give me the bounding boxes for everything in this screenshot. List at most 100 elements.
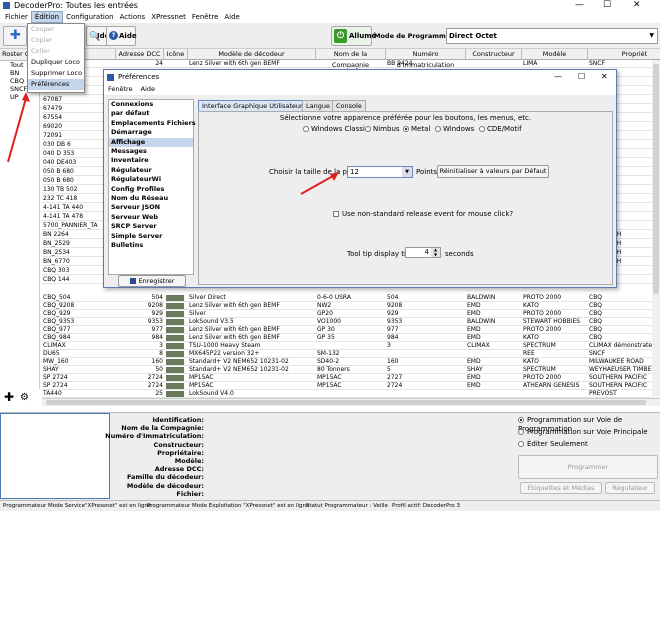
gear-icon[interactable]: ⚙ bbox=[20, 391, 29, 405]
reset-defaults-button[interactable]: Réinitialiser à valeurs par Défaut bbox=[437, 165, 549, 178]
tab-langue[interactable]: Langue bbox=[302, 100, 334, 111]
table-cell: GP 30 bbox=[317, 326, 335, 333]
menu-item-preferences[interactable]: Préférences bbox=[28, 79, 84, 90]
table-cell: SPECTRUM bbox=[523, 342, 556, 349]
preference-category-item[interactable]: RégulateurWi bbox=[109, 175, 193, 184]
menu-edition[interactable]: Édition bbox=[30, 11, 64, 23]
close-icon[interactable]: ✕ bbox=[601, 70, 608, 84]
minimize-icon[interactable]: — bbox=[575, 0, 584, 11]
preference-category-item[interactable]: Emplacements Fichiers bbox=[109, 119, 196, 128]
power-button[interactable]: ⏻ Allumé bbox=[331, 26, 376, 46]
menu-item-delete-loco[interactable]: Supprimer Loco bbox=[28, 68, 84, 79]
dialog-menu-aide[interactable]: Aide bbox=[141, 85, 155, 93]
table-row[interactable]: DU65 8 MX645P22 version 32+ SM-132 REE SNCF bbox=[42, 350, 660, 358]
col-header-owner[interactable]: Propriét bbox=[588, 49, 660, 60]
dialog-menu-fenetre[interactable]: Fenêtre bbox=[108, 85, 133, 93]
table-vertical-scrollbar[interactable] bbox=[652, 60, 660, 398]
new-loco-button[interactable]: ✚ bbox=[3, 26, 27, 46]
nonstd-mouse-checkbox[interactable]: Use non-standard release event for mouse… bbox=[333, 210, 513, 218]
preference-category-item[interactable]: Régulateur bbox=[109, 166, 193, 175]
table-row[interactable]: CBQ_929 929 Silver GP20 929 EMD PROTO 2000 CBQ bbox=[42, 310, 660, 318]
font-size-select[interactable]: 12 ▼ bbox=[347, 166, 413, 178]
menu-actions[interactable]: Actions bbox=[117, 11, 149, 23]
preference-category-item[interactable]: par défaut bbox=[109, 109, 193, 118]
scroll-thumb[interactable] bbox=[653, 64, 659, 294]
col-header-dcc[interactable]: Adresse DCC bbox=[116, 49, 164, 60]
table-horizontal-scrollbar[interactable] bbox=[42, 398, 660, 406]
scroll-thumb[interactable] bbox=[46, 400, 646, 405]
table-cell: TA440 bbox=[43, 390, 62, 397]
help-button[interactable]: ? Aide bbox=[106, 26, 137, 46]
col-header-model[interactable]: Modèle bbox=[522, 49, 588, 60]
col-header-decoder[interactable]: Modèle de décodeur bbox=[188, 49, 316, 60]
preference-category-item[interactable]: Simple Server bbox=[109, 232, 193, 241]
menu-item-duplicate-loco[interactable]: Dupliquer Loco bbox=[28, 57, 84, 68]
laf-cde-motif[interactable]: CDE/Motif bbox=[479, 125, 522, 133]
table-row[interactable]: SP 2724 2724 MP15AC MP15AC 2727 EMD PROTO 2000… bbox=[42, 374, 660, 382]
preference-category-item[interactable]: Serveur Web bbox=[109, 213, 193, 222]
menu-xpressnet[interactable]: XPressnet bbox=[148, 11, 189, 23]
app-icon bbox=[3, 2, 10, 9]
chevron-down-icon: ▼ bbox=[402, 167, 412, 177]
menu-fichier[interactable]: Fichier bbox=[2, 11, 31, 23]
add-group-button[interactable]: ✚ bbox=[4, 390, 14, 404]
spinner-arrows-icon[interactable]: ▲ ▼ bbox=[431, 247, 440, 257]
close-icon[interactable]: ✕ bbox=[633, 0, 641, 11]
preference-category-item[interactable]: Connexions bbox=[109, 100, 193, 109]
program-button[interactable]: Programmer bbox=[518, 455, 658, 479]
table-cell: KATO bbox=[523, 358, 539, 365]
table-row[interactable]: SP 2724 2724 MP15AC MP15AC 2724 EMD ATHEARN GE… bbox=[42, 382, 660, 390]
table-cell: MILWAUKEE ROAD bbox=[589, 358, 644, 365]
menu-configuration[interactable]: Configuration bbox=[63, 11, 116, 23]
roster-group-item[interactable]: UP bbox=[0, 93, 39, 101]
radio-main-track[interactable]: Programmation sur Voie Principale bbox=[518, 428, 648, 437]
tab-console[interactable]: Console bbox=[332, 100, 366, 111]
radio-edit-only[interactable]: Éditer Seulement bbox=[518, 440, 588, 449]
col-header-roadnumber[interactable]: Numéro d'Immatriculation bbox=[386, 49, 466, 69]
laf-metal[interactable]: Metal bbox=[403, 125, 430, 133]
preference-category-item[interactable]: Affichage bbox=[109, 137, 193, 148]
tooltip-time-spinner[interactable]: 4 ▲ ▼ bbox=[405, 247, 441, 258]
col-header-company[interactable]: Nom de la Compagnie bbox=[316, 49, 386, 69]
maximize-icon[interactable]: ☐ bbox=[578, 70, 585, 84]
labels-media-button[interactable]: Étiquettes et Médias bbox=[520, 482, 602, 494]
window-titlebar: DecoderPro: Toutes les entrées — ☐ ✕ bbox=[0, 0, 660, 11]
table-row[interactable]: CBQ_504 504 Silver Direct 0-6-0 USRA 504 BALD… bbox=[42, 294, 660, 302]
table-row[interactable]: TA440 25 LokSound V4.0 PREVOST bbox=[42, 390, 660, 398]
menu-aide[interactable]: Aide bbox=[221, 11, 242, 23]
table-row[interactable]: SHAY 50 Standard+ V2 NEM652 10231-02 80 Ton… bbox=[42, 366, 660, 374]
table-row[interactable]: MW_160 160 Standard+ V2 NEM652 10231-02 SD4… bbox=[42, 358, 660, 366]
table-row[interactable]: CLIMAX 3 TSU-1000 Heavy Steam 3 CLIMAX SPECTR… bbox=[42, 342, 660, 350]
table-cell: 3 bbox=[159, 342, 163, 349]
table-row[interactable]: 24 Lenz Silver with 6th gen BEMF BB 9424 LI… bbox=[42, 60, 660, 68]
preference-category-item[interactable]: SRCP Server bbox=[109, 222, 193, 231]
preference-category-item[interactable]: Bulletins bbox=[109, 241, 193, 250]
preference-category-item[interactable]: Messages bbox=[109, 147, 193, 156]
preference-category-item[interactable]: Inventaire bbox=[109, 156, 193, 165]
col-header-manufacturer[interactable]: Constructeur bbox=[466, 49, 522, 60]
preference-category-item[interactable]: Démarrage bbox=[109, 128, 193, 137]
preference-category-item[interactable]: Nom du Réseau bbox=[109, 194, 193, 203]
preference-category-item[interactable]: Serveur JSON bbox=[109, 203, 193, 212]
maximize-icon[interactable]: ☐ bbox=[603, 0, 611, 11]
preference-category-item[interactable]: Config Profiles bbox=[109, 185, 193, 194]
save-button[interactable]: Enregistrer bbox=[118, 275, 186, 287]
table-row[interactable]: CBQ_977 977 Lenz Silver with 6th gen BEMF G… bbox=[42, 326, 660, 334]
tab-gui[interactable]: Interface Graphique Utilisateur bbox=[198, 100, 307, 111]
prog-mode-select[interactable]: Direct Octet ▼ bbox=[446, 28, 658, 44]
menu-fenetre[interactable]: Fenêtre bbox=[189, 11, 221, 23]
laf-windows[interactable]: Windows bbox=[435, 125, 474, 133]
table-cell: CBQ_929 bbox=[43, 310, 71, 317]
col-header-icon[interactable]: Icône bbox=[164, 49, 188, 60]
power-icon: ⏻ bbox=[334, 29, 347, 43]
laf-windows-classic[interactable]: Windows Classic bbox=[303, 125, 369, 133]
table-cell: 80 Tonners bbox=[317, 366, 350, 373]
plus-icon: ✚ bbox=[10, 28, 21, 43]
laf-nimbus[interactable]: Nimbus bbox=[365, 125, 400, 133]
table-row[interactable]: CBQ_9353 9353 LokSound V3.5 VO1000 9353 BALDW… bbox=[42, 318, 660, 326]
throttle-button[interactable]: Régulateur bbox=[605, 482, 655, 494]
minimize-icon[interactable]: — bbox=[554, 70, 562, 84]
table-cell: KATO bbox=[523, 334, 539, 341]
table-row[interactable]: CBQ_984 984 Lenz Silver with 6th gen BEMF G… bbox=[42, 334, 660, 342]
table-row[interactable]: CBQ_9208 9208 Lenz Silver with 6th gen BEM… bbox=[42, 302, 660, 310]
